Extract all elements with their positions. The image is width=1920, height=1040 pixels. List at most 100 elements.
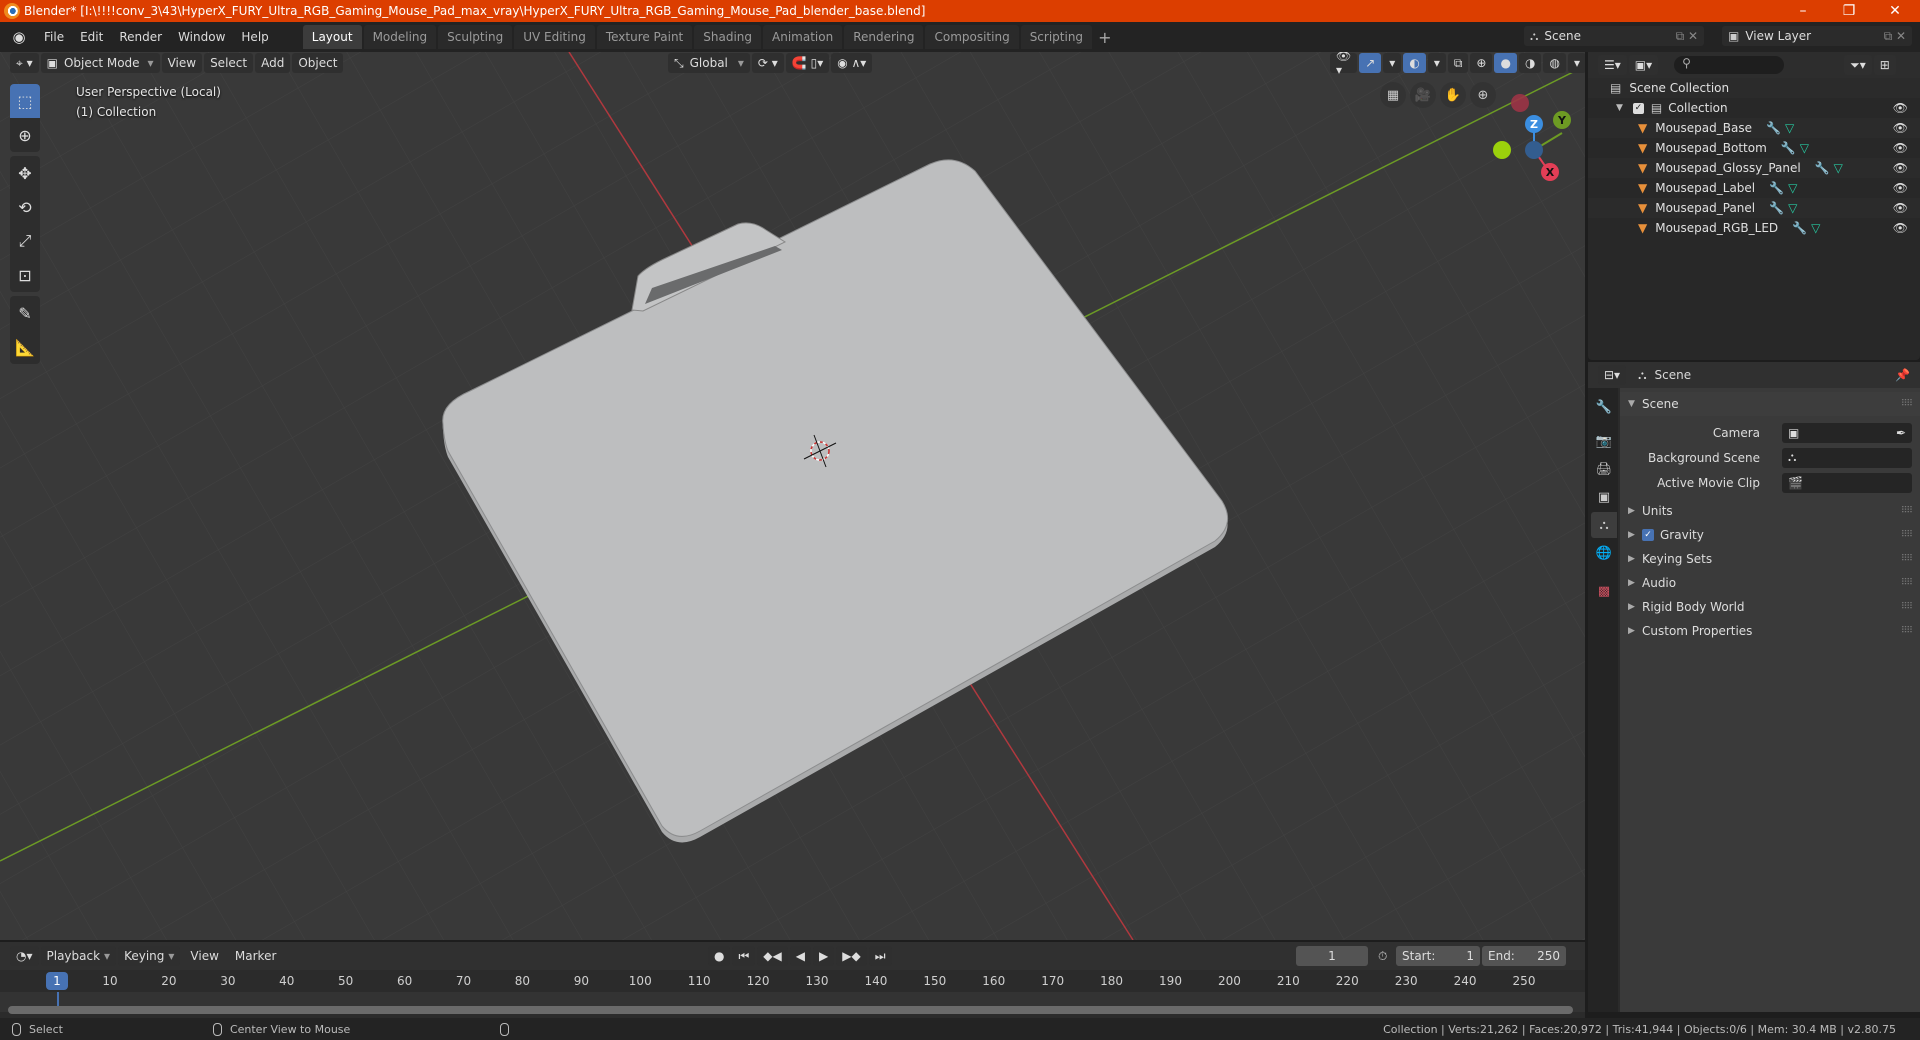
timeline-scrollbar[interactable] — [8, 1006, 1573, 1014]
mode-selector[interactable]: ▣ Object Mode ▾ — [40, 53, 160, 73]
tab-animation[interactable]: Animation — [763, 25, 843, 49]
visibility-eye-icon[interactable]: 👁 — [1893, 101, 1908, 115]
prev-keyframe-button[interactable]: ◆◀ — [757, 946, 788, 966]
annotate-tool[interactable]: ✎ — [10, 296, 40, 330]
editor-type-button[interactable]: ⌖ ▾ — [10, 53, 39, 73]
close-button[interactable]: ✕ — [1872, 0, 1918, 22]
tab-texture[interactable]: ▩ — [1591, 578, 1617, 604]
transform-orientation-selector[interactable]: ⤡ Global ▾ — [668, 53, 750, 73]
zoom-view-button[interactable]: ⊕ — [1470, 82, 1496, 108]
gizmo-x[interactable]: X — [1541, 163, 1559, 181]
panel-units[interactable]: ▶ Units ⠿⠿ — [1620, 499, 1920, 523]
visibility-eye-icon[interactable]: 👁 — [1893, 141, 1908, 155]
menu-edit[interactable]: Edit — [72, 26, 111, 48]
menu-render[interactable]: Render — [111, 26, 170, 48]
object-visibility-button[interactable]: 👁▾ — [1330, 52, 1358, 77]
outliner-item[interactable]: ▼ Mousepad_Label 🔧 ▽ 👁 — [1588, 178, 1920, 198]
gizmo-neg-x[interactable] — [1511, 94, 1529, 112]
panel-rigid-body-world[interactable]: ▶ Rigid Body World ⠿⠿ — [1620, 595, 1920, 619]
jump-end-button[interactable]: ⏭ — [868, 946, 892, 966]
active-movie-clip-field[interactable]: 🎬 — [1782, 472, 1912, 493]
new-scene-icon[interactable]: ⧉ ✕ — [1676, 29, 1698, 44]
add-workspace-button[interactable]: + — [1092, 28, 1117, 47]
menu-add[interactable]: Add — [255, 53, 291, 73]
mesh-data-icon[interactable]: ▽ — [1811, 221, 1820, 235]
modifier-wrench-icon[interactable]: 🔧 — [1769, 181, 1784, 195]
outliner-item[interactable]: ▼ Mousepad_Bottom 🔧 ▽ 👁 — [1588, 138, 1920, 158]
background-scene-field[interactable]: ⛬ — [1782, 447, 1912, 468]
outliner-editor-type[interactable]: ☰▾ — [1598, 55, 1627, 75]
tab-scene[interactable]: ⛬ — [1591, 512, 1617, 538]
shading-solid[interactable]: ● — [1494, 53, 1517, 73]
tab-modeling[interactable]: Modeling — [363, 25, 437, 49]
timeline-ruler[interactable]: 1 10 20 30 40 50 60 70 80 90 100 110 120 130 140 150 16… — [0, 970, 1585, 992]
tab-texture-paint[interactable]: Texture Paint — [596, 25, 693, 49]
xray-toggle[interactable]: ⧉ — [1447, 53, 1469, 73]
tab-uv-editing[interactable]: UV Editing — [514, 25, 595, 49]
shading-dropdown[interactable]: ▾ — [1567, 53, 1585, 73]
tab-output[interactable]: 🖨 — [1591, 456, 1617, 482]
new-collection-button[interactable]: ⊞ — [1873, 55, 1896, 75]
menu-timeline-view[interactable]: View — [182, 945, 226, 967]
tab-layout[interactable]: Layout — [302, 25, 362, 49]
tab-world[interactable]: 🌐 — [1591, 540, 1617, 566]
blender-menu-icon[interactable]: ◉ — [10, 28, 28, 46]
next-keyframe-button[interactable]: ▶◆ — [836, 946, 867, 966]
outliner-item[interactable]: ▼ Mousepad_Base 🔧 ▽ 👁 — [1588, 118, 1920, 138]
mesh-data-icon[interactable]: ▽ — [1788, 201, 1797, 215]
modifier-wrench-icon[interactable]: 🔧 — [1766, 121, 1781, 135]
tab-sculpting[interactable]: Sculpting — [438, 25, 513, 49]
outliner-item[interactable]: ▼ Mousepad_Panel 🔧 ▽ 👁 — [1588, 198, 1920, 218]
gravity-checkbox[interactable]: ✓ — [1642, 529, 1654, 541]
menu-object[interactable]: Object — [292, 53, 344, 73]
shading-rendered[interactable]: ◍ — [1543, 53, 1566, 73]
camera-field[interactable]: ▣ ✒ — [1782, 422, 1912, 443]
current-frame-field[interactable]: 1 — [1296, 946, 1368, 966]
scale-tool[interactable]: ⤢ — [10, 224, 40, 258]
shading-material[interactable]: ◑ — [1518, 53, 1542, 73]
visibility-eye-icon[interactable]: 👁 — [1893, 201, 1908, 215]
gizmo-neg-y[interactable] — [1493, 141, 1511, 159]
drag-grip-icon[interactable]: ⠿⠿ — [1901, 530, 1913, 540]
rotate-tool[interactable]: ⟲ — [10, 190, 40, 224]
scene-collection-row[interactable]: ▤ Scene Collection — [1588, 78, 1920, 98]
visibility-eye-icon[interactable]: 👁 — [1893, 181, 1908, 195]
tab-tool[interactable]: 🔧 — [1591, 394, 1617, 420]
outliner-item[interactable]: ▼ Mousepad_RGB_LED 🔧 ▽ 👁 — [1588, 218, 1920, 238]
menu-window[interactable]: Window — [170, 26, 233, 48]
panel-keying-sets[interactable]: ▶ Keying Sets ⠿⠿ — [1620, 547, 1920, 571]
camera-view-button[interactable]: 🎥 — [1410, 82, 1436, 108]
panel-scene-header[interactable]: ▼ Scene ⠿⠿ — [1620, 392, 1920, 416]
measure-tool[interactable]: 📐 — [10, 330, 40, 364]
jump-start-button[interactable]: ⏮ — [732, 946, 756, 966]
view-layer-selector[interactable]: ▣ View Layer ⧉ ✕ — [1722, 26, 1912, 46]
drag-grip-icon[interactable]: ⠿⠿ — [1901, 602, 1913, 612]
menu-playback[interactable]: Playback ▾ — [40, 946, 117, 966]
outliner-search-input[interactable]: ⚲ — [1674, 56, 1785, 74]
record-button[interactable]: ● — [708, 946, 731, 966]
properties-editor-type[interactable]: ⊟▾ — [1598, 365, 1627, 385]
playhead[interactable]: 1 — [46, 972, 68, 990]
menu-marker[interactable]: Marker — [227, 945, 284, 967]
menu-select[interactable]: Select — [204, 53, 254, 73]
gizmo-toggle[interactable]: ↗ — [1359, 53, 1382, 73]
menu-view[interactable]: View — [161, 53, 203, 73]
overlays-toggle[interactable]: ◐ — [1403, 53, 1426, 73]
new-view-layer-icon[interactable]: ⧉ ✕ — [1884, 29, 1906, 44]
outliner-item[interactable]: ▼ Mousepad_Glossy_Panel 🔧 ▽ 👁 — [1588, 158, 1920, 178]
outliner-filter-button[interactable]: ⏷▾ — [1844, 55, 1872, 75]
drag-grip-icon[interactable]: ⠿⠿ — [1901, 399, 1913, 409]
transform-tool[interactable]: ⊡ — [10, 258, 40, 292]
visibility-eye-icon[interactable]: 👁 — [1893, 121, 1908, 135]
start-frame-field[interactable]: Start: 1 — [1396, 946, 1480, 966]
mesh-data-icon[interactable]: ▽ — [1800, 141, 1809, 155]
drag-grip-icon[interactable]: ⠿⠿ — [1901, 626, 1913, 636]
tab-view-layer[interactable]: ▣ — [1591, 484, 1617, 510]
cursor-tool[interactable]: ⊕ — [10, 118, 40, 152]
panel-gravity[interactable]: ▶ ✓ Gravity ⠿⠿ — [1620, 523, 1920, 547]
collection-checkbox[interactable]: ✓ — [1632, 102, 1644, 114]
pin-icon[interactable]: 📌 — [1895, 368, 1910, 382]
select-box-tool[interactable]: ⬚ — [10, 84, 40, 118]
menu-help[interactable]: Help — [233, 26, 276, 48]
timeline-editor-type[interactable]: ◔▾ — [10, 946, 39, 966]
